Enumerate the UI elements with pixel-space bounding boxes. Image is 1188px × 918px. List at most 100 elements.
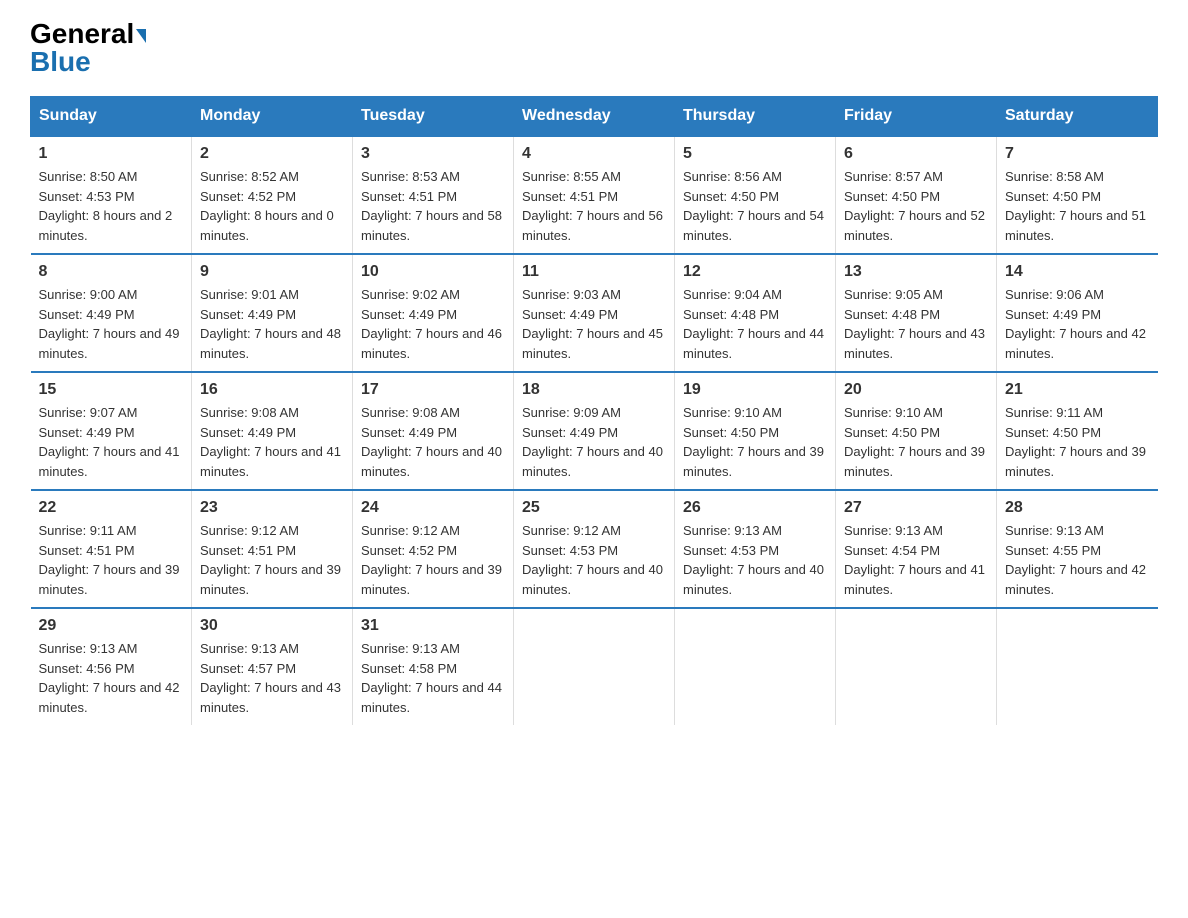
- day-number: 11: [522, 263, 666, 281]
- calendar-cell: 23 Sunrise: 9:12 AMSunset: 4:51 PMDaylig…: [192, 490, 353, 608]
- day-info: Sunrise: 9:04 AMSunset: 4:48 PMDaylight:…: [683, 285, 827, 363]
- day-info: Sunrise: 8:50 AMSunset: 4:53 PMDaylight:…: [39, 167, 184, 245]
- calendar-cell: 5 Sunrise: 8:56 AMSunset: 4:50 PMDayligh…: [675, 136, 836, 254]
- day-header-sunday: Sunday: [31, 97, 192, 137]
- logo: General Blue: [30, 20, 146, 76]
- calendar-cell: 26 Sunrise: 9:13 AMSunset: 4:53 PMDaylig…: [675, 490, 836, 608]
- day-info: Sunrise: 9:08 AMSunset: 4:49 PMDaylight:…: [200, 403, 344, 481]
- calendar-cell: 21 Sunrise: 9:11 AMSunset: 4:50 PMDaylig…: [997, 372, 1158, 490]
- day-number: 18: [522, 381, 666, 399]
- day-number: 6: [844, 145, 988, 163]
- day-number: 9: [200, 263, 344, 281]
- calendar-cell: [997, 608, 1158, 725]
- day-info: Sunrise: 9:13 AMSunset: 4:53 PMDaylight:…: [683, 521, 827, 599]
- day-info: Sunrise: 8:56 AMSunset: 4:50 PMDaylight:…: [683, 167, 827, 245]
- day-info: Sunrise: 9:12 AMSunset: 4:51 PMDaylight:…: [200, 521, 344, 599]
- day-number: 25: [522, 499, 666, 517]
- day-info: Sunrise: 9:10 AMSunset: 4:50 PMDaylight:…: [683, 403, 827, 481]
- calendar-cell: 9 Sunrise: 9:01 AMSunset: 4:49 PMDayligh…: [192, 254, 353, 372]
- day-number: 12: [683, 263, 827, 281]
- calendar-week-row: 29 Sunrise: 9:13 AMSunset: 4:56 PMDaylig…: [31, 608, 1158, 725]
- day-number: 17: [361, 381, 505, 399]
- day-header-friday: Friday: [836, 97, 997, 137]
- calendar-cell: 30 Sunrise: 9:13 AMSunset: 4:57 PMDaylig…: [192, 608, 353, 725]
- calendar-cell: 25 Sunrise: 9:12 AMSunset: 4:53 PMDaylig…: [514, 490, 675, 608]
- calendar-cell: [514, 608, 675, 725]
- day-info: Sunrise: 9:13 AMSunset: 4:58 PMDaylight:…: [361, 639, 505, 717]
- day-header-monday: Monday: [192, 97, 353, 137]
- day-number: 28: [1005, 499, 1150, 517]
- calendar-cell: 19 Sunrise: 9:10 AMSunset: 4:50 PMDaylig…: [675, 372, 836, 490]
- day-info: Sunrise: 8:55 AMSunset: 4:51 PMDaylight:…: [522, 167, 666, 245]
- day-number: 21: [1005, 381, 1150, 399]
- day-info: Sunrise: 9:01 AMSunset: 4:49 PMDaylight:…: [200, 285, 344, 363]
- calendar-cell: 18 Sunrise: 9:09 AMSunset: 4:49 PMDaylig…: [514, 372, 675, 490]
- calendar-cell: 10 Sunrise: 9:02 AMSunset: 4:49 PMDaylig…: [353, 254, 514, 372]
- calendar-cell: [836, 608, 997, 725]
- day-header-saturday: Saturday: [997, 97, 1158, 137]
- day-info: Sunrise: 8:58 AMSunset: 4:50 PMDaylight:…: [1005, 167, 1150, 245]
- day-number: 1: [39, 145, 184, 163]
- day-header-tuesday: Tuesday: [353, 97, 514, 137]
- day-number: 15: [39, 381, 184, 399]
- calendar-header-row: SundayMondayTuesdayWednesdayThursdayFrid…: [31, 97, 1158, 137]
- day-info: Sunrise: 9:13 AMSunset: 4:56 PMDaylight:…: [39, 639, 184, 717]
- day-info: Sunrise: 9:06 AMSunset: 4:49 PMDaylight:…: [1005, 285, 1150, 363]
- calendar-cell: [675, 608, 836, 725]
- calendar-cell: 3 Sunrise: 8:53 AMSunset: 4:51 PMDayligh…: [353, 136, 514, 254]
- day-info: Sunrise: 9:13 AMSunset: 4:55 PMDaylight:…: [1005, 521, 1150, 599]
- day-number: 4: [522, 145, 666, 163]
- calendar-cell: 15 Sunrise: 9:07 AMSunset: 4:49 PMDaylig…: [31, 372, 192, 490]
- day-number: 7: [1005, 145, 1150, 163]
- calendar-cell: 28 Sunrise: 9:13 AMSunset: 4:55 PMDaylig…: [997, 490, 1158, 608]
- day-number: 10: [361, 263, 505, 281]
- day-info: Sunrise: 9:00 AMSunset: 4:49 PMDaylight:…: [39, 285, 184, 363]
- day-info: Sunrise: 8:53 AMSunset: 4:51 PMDaylight:…: [361, 167, 505, 245]
- calendar-week-row: 22 Sunrise: 9:11 AMSunset: 4:51 PMDaylig…: [31, 490, 1158, 608]
- day-info: Sunrise: 9:07 AMSunset: 4:49 PMDaylight:…: [39, 403, 184, 481]
- calendar-cell: 16 Sunrise: 9:08 AMSunset: 4:49 PMDaylig…: [192, 372, 353, 490]
- calendar-cell: 14 Sunrise: 9:06 AMSunset: 4:49 PMDaylig…: [997, 254, 1158, 372]
- day-number: 2: [200, 145, 344, 163]
- day-number: 14: [1005, 263, 1150, 281]
- calendar-cell: 11 Sunrise: 9:03 AMSunset: 4:49 PMDaylig…: [514, 254, 675, 372]
- day-info: Sunrise: 8:52 AMSunset: 4:52 PMDaylight:…: [200, 167, 344, 245]
- day-info: Sunrise: 9:08 AMSunset: 4:49 PMDaylight:…: [361, 403, 505, 481]
- day-number: 3: [361, 145, 505, 163]
- day-info: Sunrise: 9:10 AMSunset: 4:50 PMDaylight:…: [844, 403, 988, 481]
- day-number: 30: [200, 617, 344, 635]
- calendar-cell: 4 Sunrise: 8:55 AMSunset: 4:51 PMDayligh…: [514, 136, 675, 254]
- logo-general: General: [30, 18, 134, 49]
- calendar-cell: 6 Sunrise: 8:57 AMSunset: 4:50 PMDayligh…: [836, 136, 997, 254]
- day-number: 26: [683, 499, 827, 517]
- day-info: Sunrise: 9:05 AMSunset: 4:48 PMDaylight:…: [844, 285, 988, 363]
- day-info: Sunrise: 9:12 AMSunset: 4:52 PMDaylight:…: [361, 521, 505, 599]
- day-number: 16: [200, 381, 344, 399]
- day-header-wednesday: Wednesday: [514, 97, 675, 137]
- day-number: 27: [844, 499, 988, 517]
- calendar-table: SundayMondayTuesdayWednesdayThursdayFrid…: [30, 96, 1158, 725]
- calendar-week-row: 1 Sunrise: 8:50 AMSunset: 4:53 PMDayligh…: [31, 136, 1158, 254]
- day-header-thursday: Thursday: [675, 97, 836, 137]
- day-info: Sunrise: 8:57 AMSunset: 4:50 PMDaylight:…: [844, 167, 988, 245]
- day-number: 13: [844, 263, 988, 281]
- day-info: Sunrise: 9:13 AMSunset: 4:57 PMDaylight:…: [200, 639, 344, 717]
- calendar-cell: 1 Sunrise: 8:50 AMSunset: 4:53 PMDayligh…: [31, 136, 192, 254]
- day-number: 19: [683, 381, 827, 399]
- day-number: 23: [200, 499, 344, 517]
- calendar-cell: 20 Sunrise: 9:10 AMSunset: 4:50 PMDaylig…: [836, 372, 997, 490]
- day-number: 22: [39, 499, 184, 517]
- calendar-cell: 29 Sunrise: 9:13 AMSunset: 4:56 PMDaylig…: [31, 608, 192, 725]
- page-header: General Blue: [30, 20, 1158, 76]
- day-info: Sunrise: 9:03 AMSunset: 4:49 PMDaylight:…: [522, 285, 666, 363]
- calendar-cell: 13 Sunrise: 9:05 AMSunset: 4:48 PMDaylig…: [836, 254, 997, 372]
- day-info: Sunrise: 9:09 AMSunset: 4:49 PMDaylight:…: [522, 403, 666, 481]
- calendar-cell: 24 Sunrise: 9:12 AMSunset: 4:52 PMDaylig…: [353, 490, 514, 608]
- calendar-week-row: 8 Sunrise: 9:00 AMSunset: 4:49 PMDayligh…: [31, 254, 1158, 372]
- day-info: Sunrise: 9:13 AMSunset: 4:54 PMDaylight:…: [844, 521, 988, 599]
- calendar-cell: 27 Sunrise: 9:13 AMSunset: 4:54 PMDaylig…: [836, 490, 997, 608]
- day-number: 5: [683, 145, 827, 163]
- day-number: 29: [39, 617, 184, 635]
- day-info: Sunrise: 9:11 AMSunset: 4:50 PMDaylight:…: [1005, 403, 1150, 481]
- day-number: 20: [844, 381, 988, 399]
